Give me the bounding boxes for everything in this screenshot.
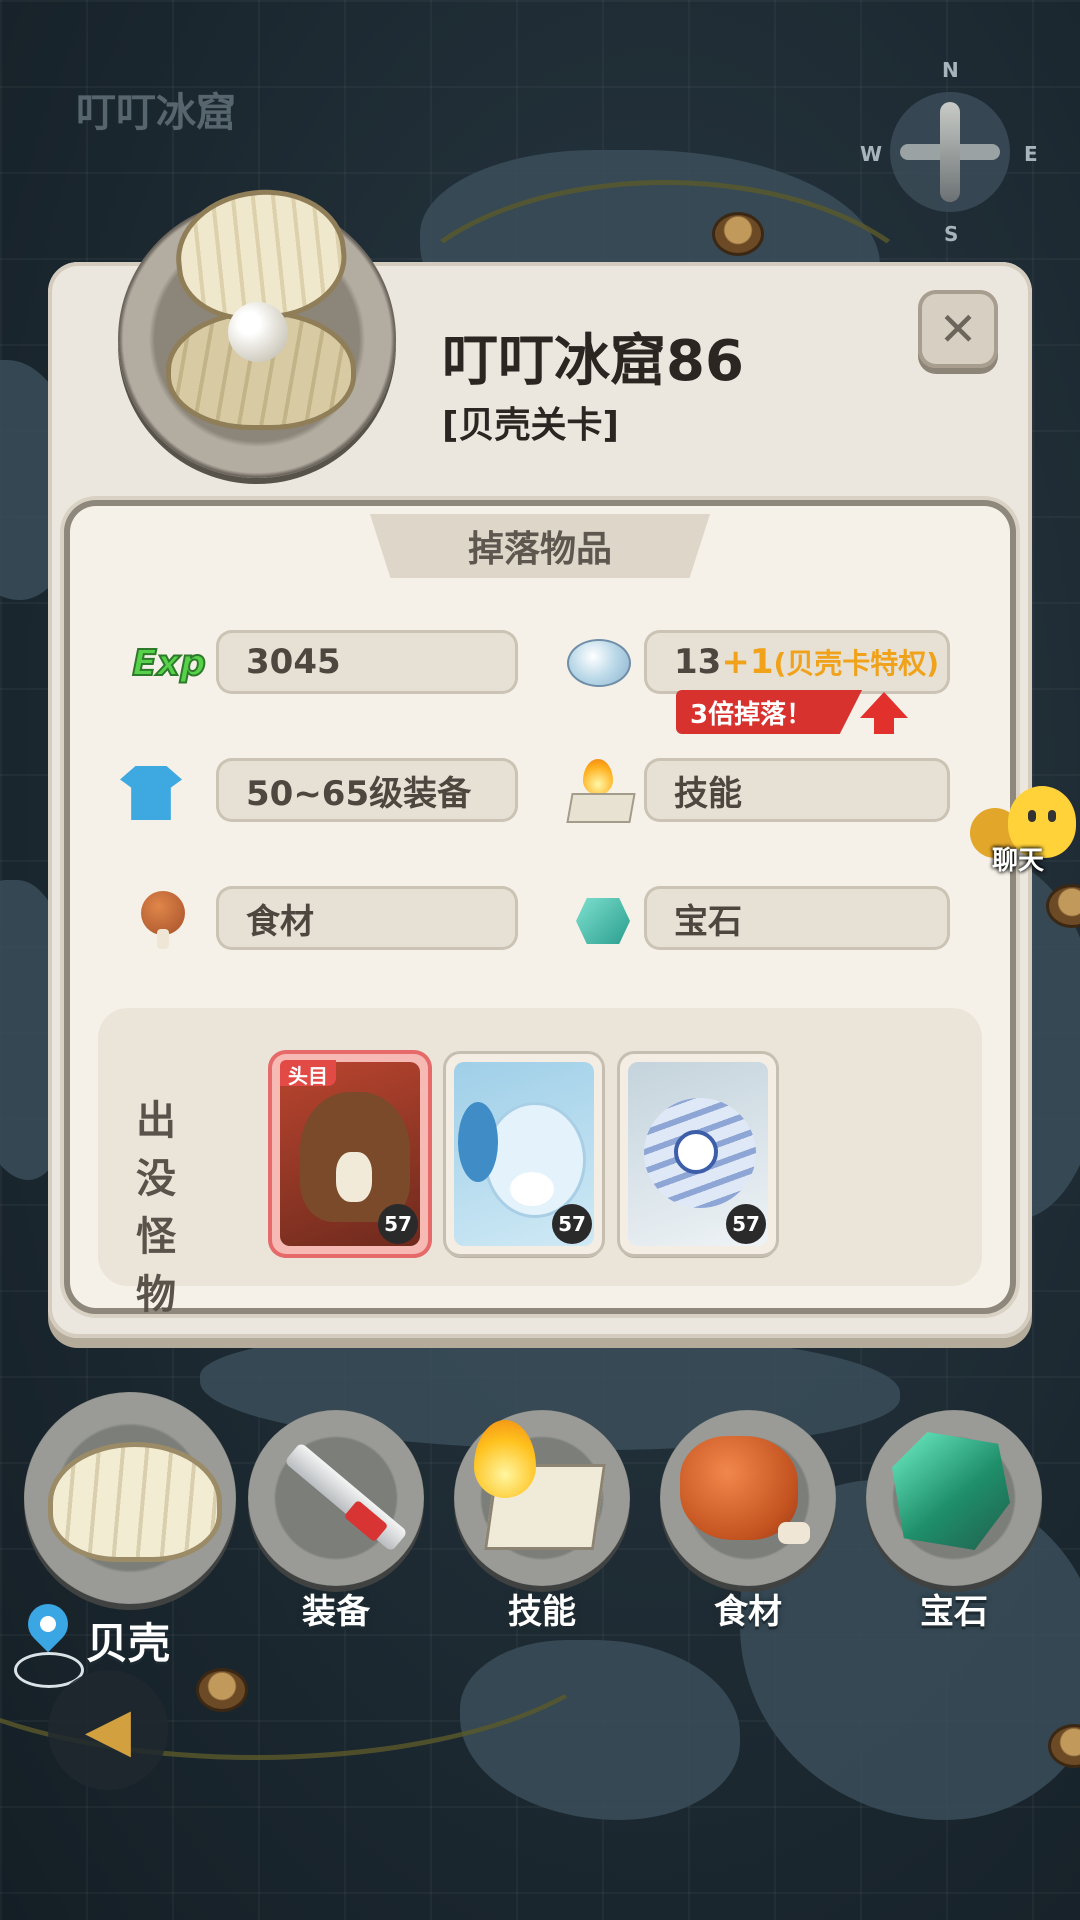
nav-food-label: 食材: [714, 1592, 782, 1632]
nav-gem-button[interactable]: [866, 1410, 1042, 1586]
nav-shell-button[interactable]: [24, 1392, 236, 1604]
monsters-label: 出没怪物: [136, 1098, 176, 1318]
compass-icon: N S E W: [860, 58, 1038, 246]
triple-drop-badge: 3倍掉落！: [676, 690, 863, 734]
gem-drop: 宝石: [644, 886, 950, 950]
compass-north: N: [942, 58, 959, 82]
flame-icon: [564, 756, 636, 826]
monster-level: 57: [726, 1204, 766, 1244]
back-button[interactable]: ◀: [48, 1670, 168, 1790]
nav-skill-button[interactable]: [454, 1410, 630, 1586]
gem-icon: [568, 886, 638, 956]
map-node[interactable]: [712, 212, 764, 256]
compass-east: E: [1024, 142, 1038, 166]
close-button[interactable]: ✕: [918, 290, 998, 368]
skill-drop: 技能: [644, 758, 950, 822]
shell-icon: [48, 1442, 222, 1562]
nav-equipment-label: 装备: [302, 1592, 370, 1632]
food-drop: 食材: [216, 886, 518, 950]
map-title: 叮叮冰窟: [76, 90, 236, 136]
chat-label: 聊天: [992, 846, 1045, 876]
map-node[interactable]: [196, 1668, 248, 1712]
monster-card-pufferfish[interactable]: 57: [620, 1054, 776, 1254]
drops-tab: 掉落物品: [370, 514, 710, 578]
compass-west: W: [860, 142, 883, 166]
exp-value: 3045: [216, 630, 518, 694]
exp-icon: Exp: [131, 642, 207, 685]
arrow-up-icon: [860, 692, 908, 718]
current-location-label: 贝壳: [86, 1619, 171, 1668]
chat-button[interactable]: 聊天: [970, 786, 1080, 886]
close-icon: ✕: [938, 302, 978, 356]
back-arrow-icon: ◀: [84, 1695, 132, 1765]
monster-level: 57: [378, 1204, 418, 1244]
nav-skill-label: 技能: [508, 1592, 576, 1632]
nav-food-button[interactable]: [660, 1410, 836, 1586]
monster-level: 57: [552, 1204, 592, 1244]
nav-gem-label: 宝石: [920, 1592, 988, 1632]
shell-icon: [564, 628, 634, 698]
meat-icon: [128, 886, 198, 956]
shell-privilege: (贝壳卡特权): [773, 647, 940, 680]
monster-card-ram[interactable]: 57: [446, 1054, 602, 1254]
shell-value: 13 +1 (贝壳卡特权): [644, 630, 950, 694]
stage-title: 叮叮冰窟86: [442, 329, 744, 394]
equipment-drop: 50~65级装备: [216, 758, 518, 822]
shell-plus: +1: [721, 642, 774, 682]
nav-equipment-button[interactable]: [248, 1410, 424, 1586]
stage-type: [贝壳关卡]: [442, 405, 619, 446]
compass-south: S: [944, 222, 959, 246]
shell-base: 13: [674, 642, 722, 682]
boss-tag: 头目: [280, 1060, 336, 1088]
shirt-icon: [116, 758, 186, 828]
location-pin-icon: [19, 1595, 77, 1656]
monster-card-boss[interactable]: 头目 57: [272, 1054, 428, 1254]
shell-stage-medal-icon: [118, 181, 396, 478]
